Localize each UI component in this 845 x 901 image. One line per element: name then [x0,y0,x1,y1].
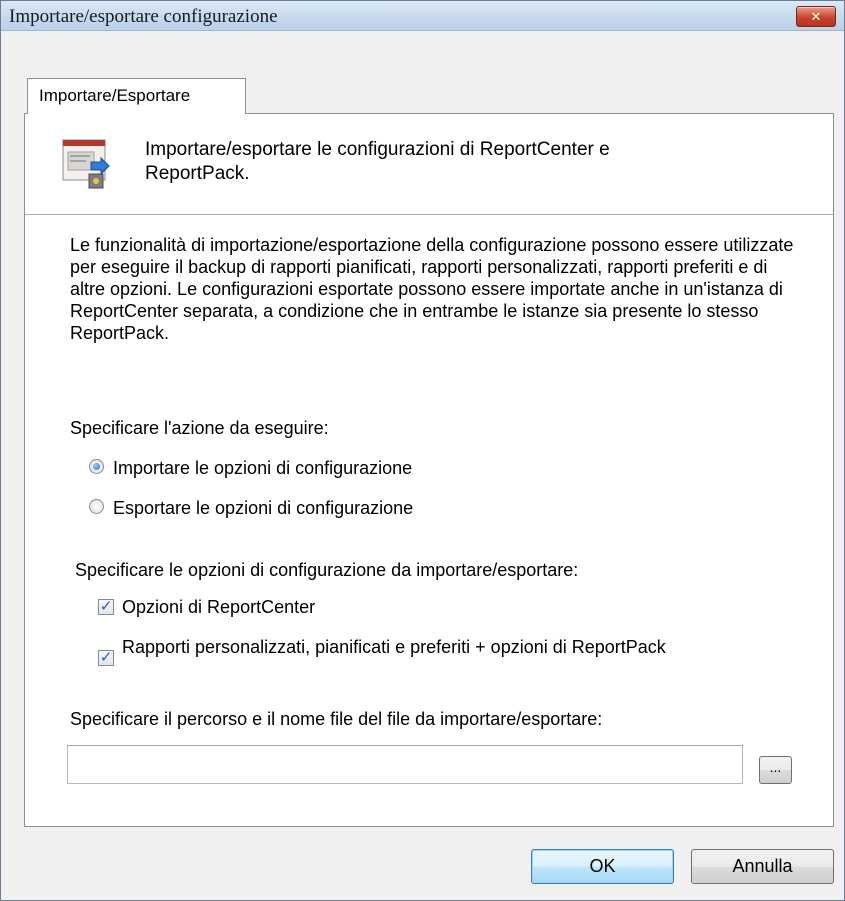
window-title: Importare/esportare configurazione [9,6,278,27]
close-button[interactable]: ✕ [796,6,836,27]
radio-export-label: Esportare le opzioni di configurazione [113,498,414,518]
import-export-config-icon [62,139,110,189]
radio-import-indicator[interactable] [89,459,104,474]
dialog-window: Importare/esportare configurazione ✕ Imp… [0,0,845,901]
checkbox-reportpack-indicator[interactable]: ✓ [98,650,114,666]
header-description: Importare/esportare le configurazioni di… [145,139,610,184]
file-path-input[interactable] [67,745,743,784]
close-icon: ✕ [810,9,822,24]
ok-button[interactable]: OK [531,849,674,884]
title-bar[interactable]: Importare/esportare configurazione ✕ [1,1,844,31]
config-options-label: Specificare le opzioni di configurazione… [75,560,579,580]
checkbox-reportcenter-indicator[interactable]: ✓ [98,599,114,615]
tab-panel: Importare/esportare le configurazioni di… [24,113,834,827]
action-label: Specificare l'azione da eseguire: [70,418,329,438]
tab-import-export[interactable]: Importare/Esportare [27,78,246,114]
radio-import-label: Importare le opzioni di configurazione [113,458,413,478]
browse-button[interactable]: ... [759,756,792,784]
feature-description: Le funzionalità di importazione/esportaz… [70,235,794,343]
checkbox-reportcenter-label: Opzioni di ReportCenter [122,597,316,617]
checkbox-reportpack-options[interactable]: ✓ Rapporti personalizzati, pianificati e… [98,636,698,686]
cancel-button[interactable]: Annulla [691,849,834,884]
file-path-label: Specificare il percorso e il nome file d… [70,709,603,729]
header-divider [25,214,833,215]
radio-export-indicator[interactable] [89,499,104,514]
checkbox-reportpack-label: Rapporti personalizzati, pianificati e p… [122,637,666,657]
